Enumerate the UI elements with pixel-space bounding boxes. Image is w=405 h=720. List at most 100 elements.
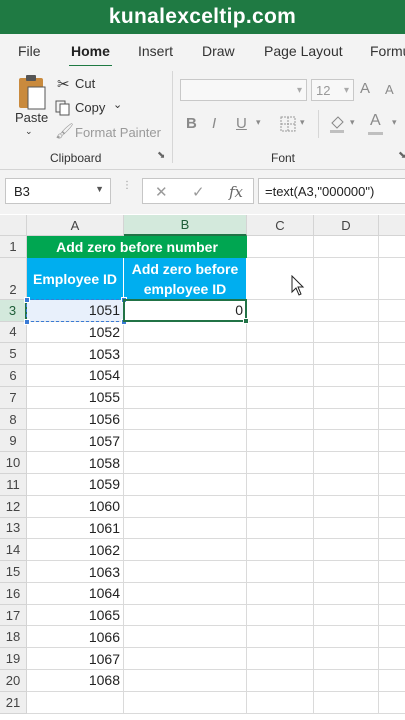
cell-d15[interactable] [314,561,379,583]
employee-id-header[interactable]: Employee ID [27,257,124,300]
font-size-dropdown-icon[interactable]: ▾ [344,85,349,96]
cell-d10[interactable] [314,452,379,474]
title-cell[interactable]: Add zero before number [27,236,247,258]
paste-dropdown-icon[interactable]: ⌄ [25,126,33,137]
cell-e21[interactable] [379,692,405,714]
column-header-c[interactable]: C [247,215,314,236]
employee-id-cell[interactable]: 1056 [27,408,124,431]
cell-b21[interactable] [124,691,247,714]
cell-e15[interactable] [379,561,405,583]
employee-id-cell[interactable]: 1061 [27,517,124,540]
row-header-13[interactable]: 13 [0,517,27,540]
cell-b12[interactable] [124,495,247,518]
cell-c12[interactable] [247,495,314,518]
italic-button[interactable]: I [212,115,216,132]
column-header-e[interactable] [379,215,405,236]
font-color-dropdown-icon[interactable]: ▾ [392,117,397,128]
cut-button[interactable]: Cut [75,76,95,91]
cell-a21[interactable] [27,691,124,714]
bold-button[interactable]: B [186,115,197,132]
cell-d19[interactable] [314,648,379,671]
enter-icon[interactable]: ✓ [192,183,205,201]
row-header-20[interactable]: 20 [0,670,27,692]
column-header-d[interactable]: D [314,215,379,236]
tab-draw[interactable]: Draw [202,43,235,59]
cell-b8[interactable] [124,408,247,431]
cell-e1[interactable] [379,236,405,258]
row-header-4[interactable]: 4 [0,321,27,344]
cut-icon[interactable]: ✂ [57,75,70,93]
cell-b7[interactable] [124,386,247,409]
employee-id-cell[interactable]: 1068 [27,670,124,692]
cell-e16[interactable] [379,583,405,605]
cell-d1[interactable] [314,236,379,258]
cell-e9[interactable] [379,430,405,453]
cell-c9[interactable] [247,430,314,453]
cell-c11[interactable] [247,474,314,496]
font-launcher-icon[interactable]: ⬊ [398,150,405,161]
employee-id-cell[interactable]: 1058 [27,452,124,474]
cell-e3[interactable] [379,300,405,322]
cell-d12[interactable] [314,495,379,518]
cell-d3[interactable] [314,299,379,322]
underline-dropdown-icon[interactable]: ▾ [256,117,261,128]
cell-c20[interactable] [247,670,314,692]
cell-d7[interactable] [314,386,379,409]
cell-e20[interactable] [379,670,405,692]
cell-e4[interactable] [379,322,405,344]
cell-c21[interactable] [247,691,314,714]
tab-home[interactable]: Home [69,43,112,66]
cell-c5[interactable] [247,343,314,366]
format-painter-icon[interactable]: 🖌 [55,122,74,140]
cell-b9[interactable] [124,430,247,453]
cancel-icon[interactable]: ✕ [155,183,168,201]
cell-e6[interactable] [379,365,405,387]
row-header-3[interactable]: 3 [0,299,27,322]
cell-c8[interactable] [247,408,314,431]
employee-id-cell[interactable]: 1057 [27,430,124,453]
select-all-corner[interactable] [0,215,27,236]
cell-c18[interactable] [247,626,314,649]
cell-b13[interactable] [124,517,247,540]
font-name-combo[interactable]: ▾ [180,79,307,101]
cell-e14[interactable] [379,539,405,562]
row-header-7[interactable]: 7 [0,386,27,409]
row-header-5[interactable]: 5 [0,343,27,366]
cell-d8[interactable] [314,408,379,431]
cell-b4[interactable] [124,321,247,344]
column-header-a[interactable]: A [27,215,124,236]
tab-page-layout[interactable]: Page Layout [264,43,343,59]
fill-color-icon[interactable] [328,114,346,134]
cell-b10[interactable] [124,452,247,474]
clipboard-launcher-icon[interactable]: ⬊ [157,150,165,161]
copy-dropdown-icon[interactable]: ⌄ [113,98,122,111]
cell-c15[interactable] [247,561,314,583]
row-header-18[interactable]: 18 [0,626,27,649]
reference-handle[interactable] [24,296,30,303]
add-zero-header[interactable]: Add zero before employee ID [124,257,247,300]
cell-e13[interactable] [379,518,405,540]
cell-c1[interactable] [247,236,314,258]
row-header-1[interactable]: 1 [0,236,27,258]
insert-function-icon[interactable]: fx [229,183,243,201]
font-name-dropdown-icon[interactable]: ▾ [297,85,302,96]
cell-c6[interactable] [247,365,314,387]
row-header-17[interactable]: 17 [0,604,27,627]
tab-insert[interactable]: Insert [138,43,173,59]
employee-id-cell[interactable]: 1062 [27,539,124,562]
borders-dropdown-icon[interactable]: ▾ [300,117,305,128]
copy-icon[interactable] [55,100,71,116]
underline-button[interactable]: U [236,115,247,132]
employee-id-cell[interactable]: 1060 [27,495,124,518]
cell-d17[interactable] [314,604,379,627]
cell-d4[interactable] [314,321,379,344]
row-header-21[interactable]: 21 [0,691,27,714]
grow-font-icon[interactable]: A [360,80,370,97]
cell-b15[interactable] [124,561,247,583]
employee-id-cell[interactable]: 1055 [27,386,124,409]
cell-c4[interactable] [247,321,314,344]
cell-e10[interactable] [379,452,405,474]
cell-b20[interactable] [124,670,247,692]
font-color-icon[interactable]: A [370,112,381,130]
cell-d18[interactable] [314,626,379,649]
